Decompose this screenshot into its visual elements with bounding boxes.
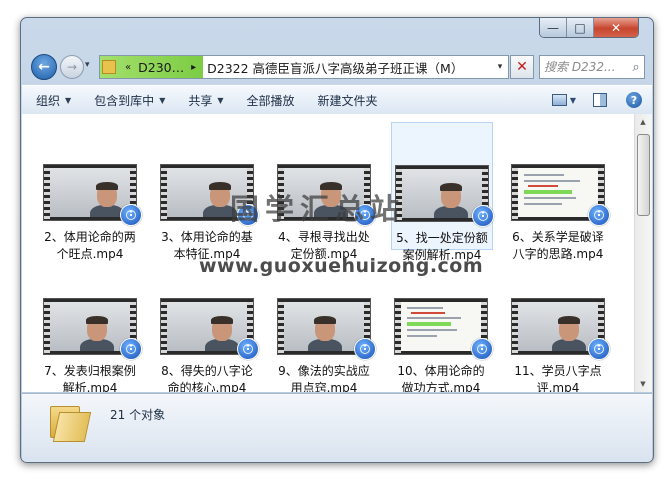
file-name: 2、体用论命的两个旺点.mp4 bbox=[44, 230, 136, 261]
address-row: ← → ▾ « D230… ▸ D2322 高德臣盲派八字高级弟子班正课（M） … bbox=[21, 51, 653, 81]
file-name: 9、像法的实战应用点窍.mp4 bbox=[278, 364, 370, 392]
media-player-icon bbox=[472, 205, 494, 227]
help-button[interactable]: ? bbox=[622, 90, 646, 110]
breadcrumb-segment-2[interactable]: D2322 高德臣盲派八字高级弟子班正课（M） bbox=[203, 58, 467, 77]
organize-label: 组织 bbox=[36, 93, 61, 108]
maximize-button[interactable]: □ bbox=[567, 18, 594, 37]
change-view-button[interactable]: ▼ bbox=[552, 90, 576, 110]
file-view: 2、体用论命的两个旺点.mp4 3、体用论命的基本特征.mp4 4、寻根寻找出处… bbox=[22, 114, 652, 392]
close-button[interactable]: ✕ bbox=[594, 18, 638, 37]
file-item[interactable]: 8、得失的八字论命的核心.mp4 bbox=[157, 278, 259, 392]
watermark-text: 国学汇总站 bbox=[230, 192, 406, 226]
media-player-icon bbox=[471, 338, 493, 360]
breadcrumb-separator-icon[interactable]: ▸ bbox=[188, 62, 199, 73]
address-bar[interactable]: « D230… ▸ D2322 高德臣盲派八字高级弟子班正课（M） ▾ bbox=[99, 55, 509, 79]
video-thumbnail bbox=[395, 165, 494, 227]
play-all-label: 全部播放 bbox=[246, 93, 295, 108]
file-item[interactable]: 10、体用论命的做功方式.mp4 bbox=[391, 278, 493, 392]
video-thumbnail bbox=[277, 298, 376, 360]
file-item[interactable]: 2、体用论命的两个旺点.mp4 bbox=[40, 144, 142, 263]
file-name: 11、学员八字点评.mp4 bbox=[514, 364, 602, 392]
address-highlight: « D230… ▸ bbox=[100, 56, 204, 78]
media-player-icon bbox=[588, 204, 610, 226]
address-dropdown-icon[interactable]: ▾ bbox=[492, 62, 508, 72]
file-item-selected[interactable]: 5、找一处定份额案例解析.mp4 bbox=[391, 122, 494, 262]
chevron-down-icon: ▼ bbox=[217, 95, 224, 105]
file-name: 10、体用论命的做功方式.mp4 bbox=[397, 364, 485, 392]
address-clear-button[interactable]: ✕ bbox=[510, 55, 534, 79]
recent-pages-dropdown[interactable]: ▾ bbox=[85, 60, 90, 70]
video-thumbnail bbox=[511, 298, 610, 360]
command-bar: 组织 ▼ 包含到库中 ▼ 共享 ▼ 全部播放 新建文件夹 ▼ ? bbox=[22, 85, 652, 115]
forward-button[interactable]: → bbox=[60, 55, 84, 79]
window-controls: — □ ✕ bbox=[539, 18, 639, 38]
back-button[interactable]: ← bbox=[31, 54, 57, 80]
item-count: 21 个对象 bbox=[110, 408, 166, 422]
file-name: 7、发表归根案例解析.mp4 bbox=[44, 364, 136, 392]
media-player-icon bbox=[354, 338, 376, 360]
scroll-up-icon[interactable]: ▲ bbox=[637, 116, 649, 128]
file-item[interactable]: 7、发表归根案例解析.mp4 bbox=[40, 278, 142, 392]
search-icon[interactable]: ⌕ bbox=[628, 60, 644, 75]
organize-menu[interactable]: 组织 ▼ bbox=[22, 92, 80, 109]
arrow-right-icon: → bbox=[66, 60, 78, 74]
chevron-down-icon: ▼ bbox=[569, 95, 576, 105]
file-item[interactable]: 6、关系学是破译八字的思路.mp4 bbox=[508, 144, 610, 263]
include-library-menu[interactable]: 包含到库中 ▼ bbox=[80, 92, 174, 109]
file-name: 8、得失的八字论命的核心.mp4 bbox=[161, 364, 253, 392]
scroll-thumb[interactable] bbox=[637, 134, 650, 216]
video-thumbnail bbox=[511, 164, 610, 226]
file-item[interactable]: 11、学员八字点评.mp4 bbox=[508, 278, 610, 392]
video-thumbnail bbox=[43, 164, 142, 226]
preview-pane-button[interactable] bbox=[588, 90, 612, 110]
preview-pane-icon bbox=[593, 93, 607, 107]
arrow-left-icon: ← bbox=[38, 59, 50, 75]
view-icon bbox=[552, 94, 567, 106]
video-thumbnail bbox=[160, 298, 259, 360]
breadcrumb-segment-1[interactable]: D230… bbox=[134, 60, 188, 75]
new-folder-label: 新建文件夹 bbox=[317, 93, 378, 108]
breadcrumb-overflow[interactable]: « bbox=[122, 62, 134, 73]
watermark-url: www.guoxuehuizong.com bbox=[199, 255, 484, 277]
explorer-window: — □ ✕ ← → ▾ « D230… ▸ D2322 高德臣盲派八字高级弟子班… bbox=[20, 17, 654, 463]
video-thumbnail bbox=[394, 298, 493, 360]
new-folder-button[interactable]: 新建文件夹 bbox=[304, 92, 387, 109]
file-name: 6、关系学是破译八字的思路.mp4 bbox=[512, 230, 604, 261]
file-item[interactable]: 9、像法的实战应用点窍.mp4 bbox=[274, 278, 376, 392]
video-thumbnail bbox=[43, 298, 142, 360]
media-player-icon bbox=[120, 204, 142, 226]
scroll-down-icon[interactable]: ▼ bbox=[637, 378, 649, 390]
search-box[interactable]: ⌕ bbox=[539, 55, 645, 79]
minimize-button[interactable]: — bbox=[540, 18, 567, 37]
details-pane: 21 个对象 bbox=[22, 393, 652, 462]
folder-icon bbox=[102, 60, 116, 74]
share-menu[interactable]: 共享 ▼ bbox=[174, 92, 232, 109]
search-input[interactable] bbox=[540, 60, 628, 74]
media-player-icon bbox=[120, 338, 142, 360]
include-library-label: 包含到库中 bbox=[94, 93, 155, 108]
vertical-scrollbar[interactable]: ▲ ▼ bbox=[634, 114, 652, 392]
media-player-icon bbox=[588, 338, 610, 360]
chevron-down-icon: ▼ bbox=[159, 95, 166, 105]
media-player-icon bbox=[237, 338, 259, 360]
folder-icon bbox=[50, 406, 92, 442]
help-icon: ? bbox=[626, 92, 642, 108]
chevron-down-icon: ▼ bbox=[65, 95, 72, 105]
play-all-button[interactable]: 全部播放 bbox=[233, 92, 304, 109]
share-label: 共享 bbox=[188, 93, 213, 108]
